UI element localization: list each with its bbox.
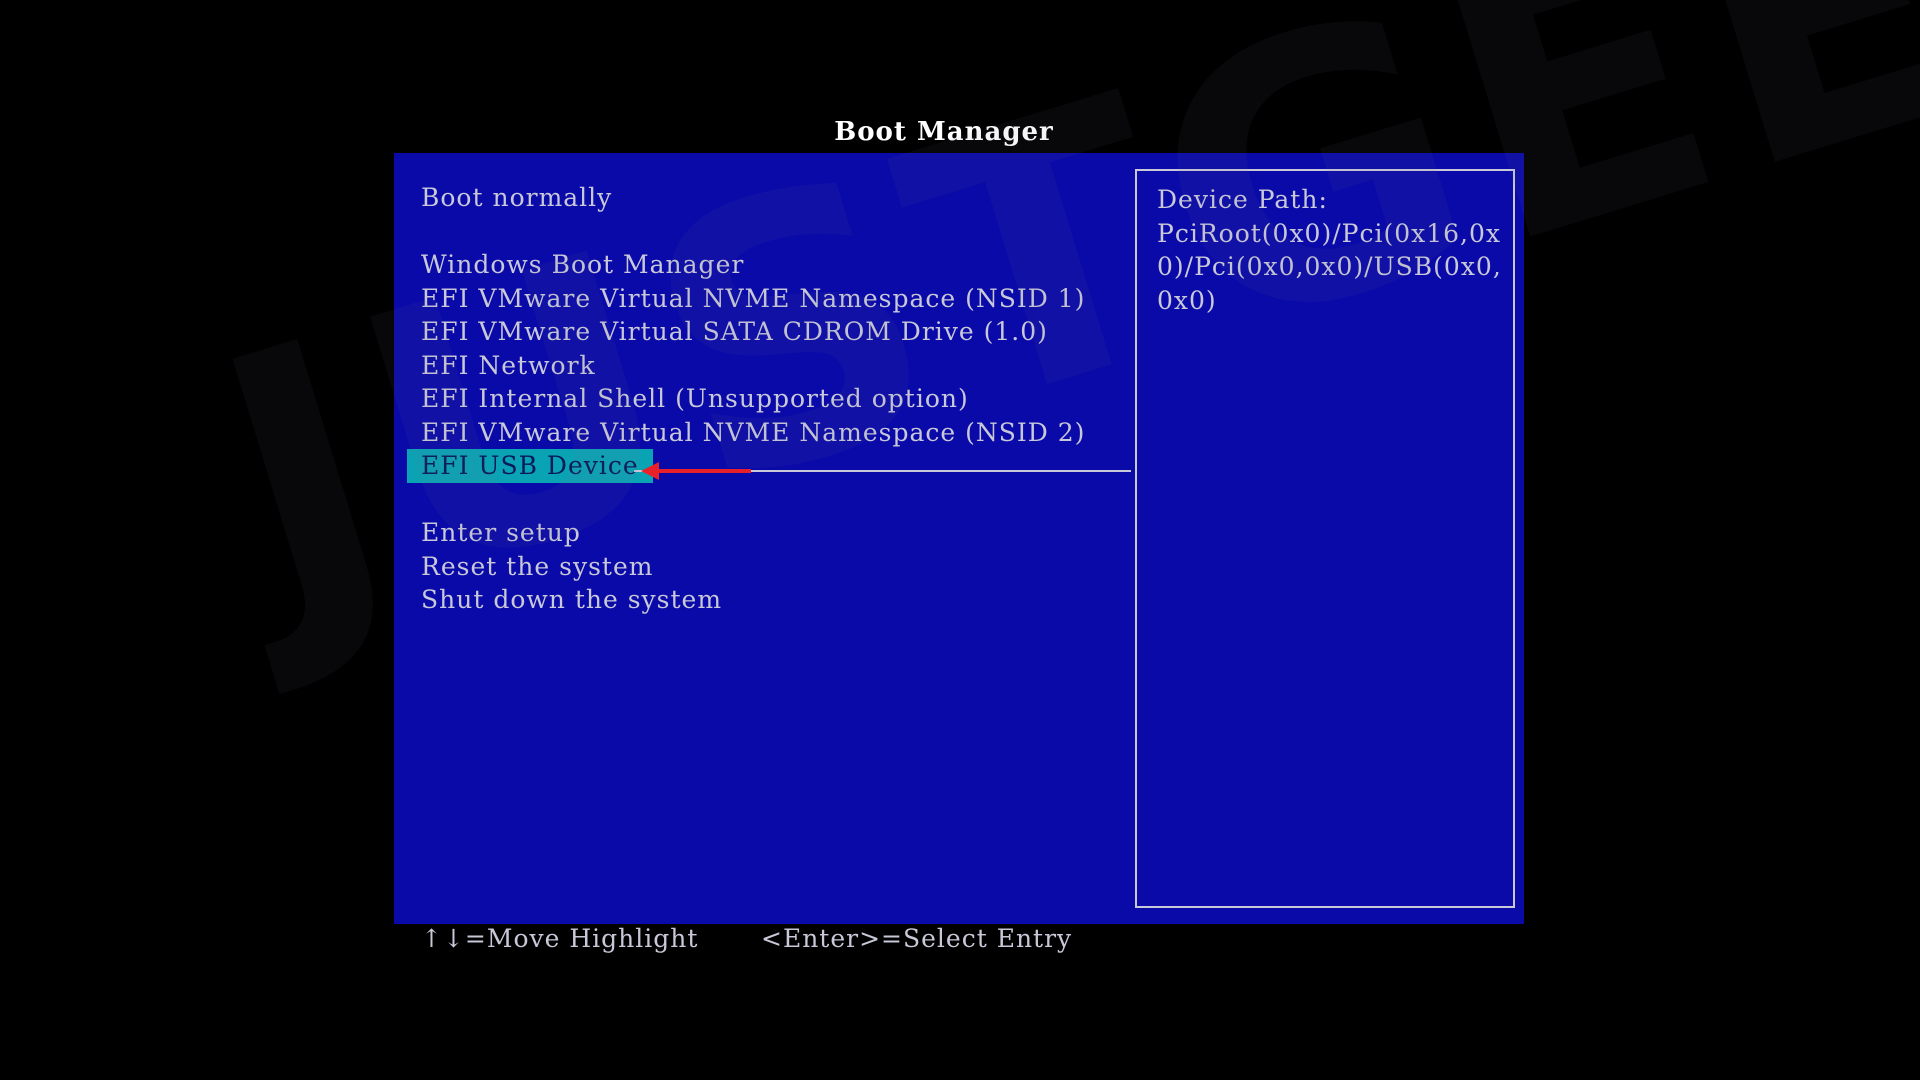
menu-item-nvme-nsid1[interactable]: EFI VMware Virtual NVME Namespace (NSID … <box>407 282 1099 316</box>
key-hints: ↑↓=Move Highlight <Enter>=Select Entry <box>421 924 1072 953</box>
menu-item-sata-cdrom[interactable]: EFI VMware Virtual SATA CDROM Drive (1.0… <box>407 315 1062 349</box>
device-info-box: Device Path: PciRoot(0x0)/Pci(0x16,0x 0)… <box>1135 169 1515 908</box>
menu-item-efi-network[interactable]: EFI Network <box>407 349 610 383</box>
device-path-line: 0)/Pci(0x0,0x0)/USB(0x0, <box>1157 252 1502 281</box>
menu-item-shutdown-system[interactable]: Shut down the system <box>407 583 736 617</box>
window-title: Boot Manager <box>834 117 1054 147</box>
red-arrow-icon <box>641 462 751 480</box>
select-entry-hint: <Enter>=Select Entry <box>761 924 1073 953</box>
device-path-line: PciRoot(0x0)/Pci(0x16,0x <box>1157 218 1501 248</box>
menu-item-windows-boot-manager[interactable]: Windows Boot Manager <box>407 248 758 282</box>
boot-menu: Boot normally Windows Boot Manager EFI V… <box>407 181 1099 617</box>
menu-item-reset-system[interactable]: Reset the system <box>407 550 667 584</box>
menu-item-enter-setup[interactable]: Enter setup <box>407 516 595 550</box>
menu-item-nvme-nsid2[interactable]: EFI VMware Virtual NVME Namespace (NSID … <box>407 416 1099 450</box>
menu-item-usb-device[interactable]: EFI USB Device <box>407 449 653 483</box>
device-path-line: 0x0) <box>1157 285 1217 315</box>
move-highlight-hint: ↑↓=Move Highlight <box>421 924 699 953</box>
boot-menu-panel: Boot normally Windows Boot Manager EFI V… <box>394 153 1524 924</box>
menu-item-boot-normally[interactable]: Boot normally <box>407 181 626 215</box>
device-path-text: Device Path: PciRoot(0x0)/Pci(0x16,0x 0)… <box>1157 183 1503 317</box>
device-path-heading: Device Path: <box>1157 185 1328 214</box>
menu-item-internal-shell[interactable]: EFI Internal Shell (Unsupported option) <box>407 382 983 416</box>
